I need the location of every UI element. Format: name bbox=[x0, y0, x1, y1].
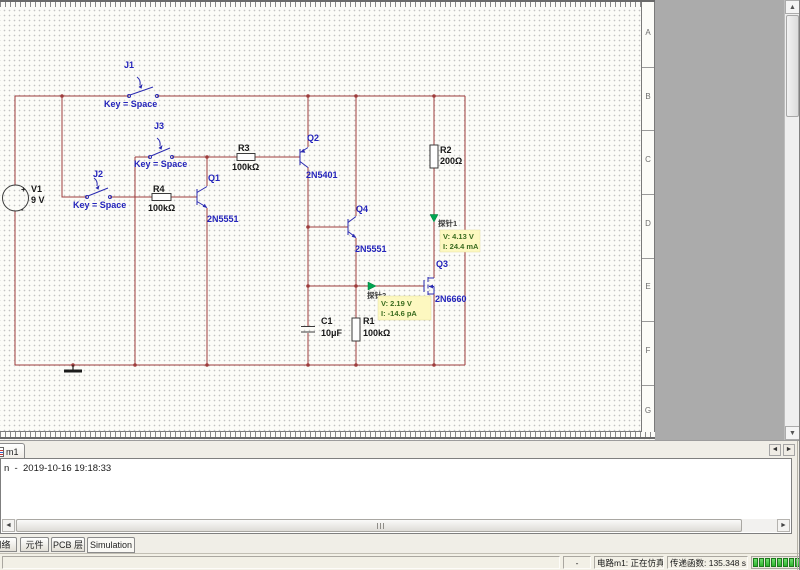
r2-ref: R2 bbox=[440, 145, 452, 155]
sheet-frame-top bbox=[0, 0, 655, 7]
frame-row-letter: B bbox=[642, 92, 654, 101]
component-c1[interactable]: C1 10μF bbox=[301, 316, 343, 338]
vertical-scroll-thumb[interactable] bbox=[786, 15, 799, 117]
q1-ref: Q1 bbox=[208, 173, 220, 183]
probe2-voltage: V: 2.19 V bbox=[381, 299, 412, 308]
j3-key-label: Key = Space bbox=[134, 159, 187, 169]
probe1-current: I: 24.4 mA bbox=[443, 242, 479, 251]
status-circuit-state: 电路m1: 正在仿真... bbox=[594, 556, 664, 569]
tab-scroll-right-icon[interactable]: ► bbox=[783, 444, 795, 456]
component-q4[interactable]: Q4 2N5551 bbox=[348, 204, 387, 254]
frame-row-letter: D bbox=[642, 219, 654, 228]
j3-ref: J3 bbox=[154, 121, 164, 131]
schematic-page-icon bbox=[0, 447, 4, 457]
v1-plus-sign: + bbox=[21, 185, 26, 194]
document-tab-label: m1 bbox=[6, 447, 19, 457]
wire-segments[interactable] bbox=[15, 96, 465, 365]
frame-row-letter: E bbox=[642, 282, 654, 291]
r1-ref: R1 bbox=[363, 316, 375, 326]
schematic-sheet[interactable]: + - V1 9 V J1 Key bbox=[0, 0, 655, 440]
component-j2[interactable]: J2 Key = Space bbox=[73, 169, 126, 210]
wire-junctions bbox=[60, 94, 436, 367]
status-bar: - 电路m1: 正在仿真... 传递函数: 135.348 s bbox=[0, 553, 800, 570]
q1-model: 2N5551 bbox=[207, 214, 239, 224]
probe2-current: I: -14.6 pA bbox=[381, 309, 417, 318]
frame-row-letter: C bbox=[642, 155, 654, 164]
tab-nets[interactable]: 网络 bbox=[0, 537, 17, 552]
component-r2[interactable]: R2 200Ω bbox=[430, 145, 462, 168]
scroll-thumb-grip bbox=[377, 523, 385, 529]
q2-model: 2N5401 bbox=[306, 170, 338, 180]
r1-value: 100kΩ bbox=[363, 328, 390, 338]
ground-symbol[interactable] bbox=[64, 365, 82, 371]
q2-ref: Q2 bbox=[307, 133, 319, 143]
status-sim-time: 传递函数: 135.348 s bbox=[667, 556, 748, 569]
scroll-down-icon[interactable]: ▼ bbox=[785, 426, 800, 440]
component-q2[interactable]: Q2 2N5401 bbox=[300, 133, 338, 180]
q3-model: 2N6660 bbox=[435, 294, 467, 304]
c1-ref: C1 bbox=[321, 316, 333, 326]
window-edge-line bbox=[797, 441, 798, 570]
j2-key-label: Key = Space bbox=[73, 200, 126, 210]
component-j1[interactable]: J1 Key = Space bbox=[104, 60, 159, 109]
r2-value: 200Ω bbox=[440, 156, 462, 166]
simulation-progress-indicator bbox=[751, 556, 800, 569]
q3-ref: Q3 bbox=[436, 259, 448, 269]
r3-value: 100kΩ bbox=[232, 162, 259, 172]
horizontal-scroll-thumb[interactable] bbox=[16, 519, 742, 532]
c1-value: 10μF bbox=[321, 328, 343, 338]
scroll-right-icon[interactable]: ► bbox=[777, 519, 790, 532]
r4-value: 100kΩ bbox=[148, 203, 175, 213]
multisim-window: + - V1 9 V J1 Key bbox=[0, 0, 800, 570]
progress-led bbox=[777, 558, 782, 567]
sheet-frame-right: A B C D E F G bbox=[641, 2, 655, 432]
progress-led bbox=[789, 558, 794, 567]
progress-led bbox=[753, 558, 758, 567]
canvas-vertical-scrollbar[interactable]: ▲ ▼ bbox=[784, 0, 799, 440]
frame-row-letter: A bbox=[642, 28, 654, 37]
tab-pcb-layers[interactable]: PCB 层 bbox=[51, 537, 85, 552]
component-v1[interactable]: + - V1 9 V bbox=[3, 184, 45, 214]
sheet-frame-bottom bbox=[0, 431, 655, 439]
tab-components[interactable]: 元件 bbox=[20, 537, 49, 552]
j1-ref: J1 bbox=[124, 60, 134, 70]
panel-horizontal-scrollbar[interactable]: ◄ ► bbox=[2, 519, 790, 532]
tab-scroll-left-icon[interactable]: ◄ bbox=[769, 444, 781, 456]
component-q1[interactable]: Q1 2N5551 bbox=[197, 173, 239, 224]
frame-row-letter: G bbox=[642, 406, 654, 415]
status-section-dash: - bbox=[563, 556, 591, 569]
document-tab-bar: m1 ◄ ► bbox=[0, 441, 800, 458]
r3-ref: R3 bbox=[238, 143, 250, 153]
component-r4[interactable]: R4 100kΩ bbox=[148, 184, 175, 213]
simulation-results-panel[interactable]: n - 2019-10-16 19:18:33 ◄ ► bbox=[0, 458, 792, 534]
j1-key-label: Key = Space bbox=[104, 99, 157, 109]
v1-ref: V1 bbox=[31, 184, 42, 194]
v1-value: 9 V bbox=[31, 195, 45, 205]
probe-2[interactable]: 探针2 V: 2.19 V I: -14.6 pA bbox=[367, 282, 431, 320]
progress-led bbox=[771, 558, 776, 567]
probe1-voltage: V: 4.13 V bbox=[443, 232, 474, 241]
scroll-left-icon[interactable]: ◄ bbox=[2, 519, 15, 532]
scroll-up-icon[interactable]: ▲ bbox=[785, 0, 800, 14]
schematic-canvas[interactable]: + - V1 9 V J1 Key bbox=[0, 0, 800, 440]
r4-ref: R4 bbox=[153, 184, 165, 194]
status-section-empty bbox=[2, 556, 560, 569]
v1-minus-sign: - bbox=[21, 205, 24, 214]
progress-led bbox=[759, 558, 764, 567]
progress-led bbox=[783, 558, 788, 567]
progress-led bbox=[765, 558, 770, 567]
j2-ref: J2 bbox=[93, 169, 103, 179]
simulation-log-line: n - 2019-10-16 19:18:33 bbox=[4, 463, 111, 474]
component-j3[interactable]: J3 Key = Space bbox=[134, 121, 187, 169]
q4-ref: Q4 bbox=[356, 204, 368, 214]
q4-model: 2N5551 bbox=[355, 244, 387, 254]
frame-row-letter: F bbox=[642, 346, 654, 355]
document-tab-m1[interactable]: m1 bbox=[0, 443, 25, 458]
bottom-panel-area: m1 ◄ ► n - 2019-10-16 19:18:33 ◄ ► 网络 元件… bbox=[0, 440, 800, 570]
probe-1[interactable]: 探针1 V: 4.13 V I: 24.4 mA bbox=[430, 215, 480, 253]
circuit-svg[interactable]: + - V1 9 V J1 Key bbox=[0, 0, 655, 440]
tab-simulation[interactable]: Simulation bbox=[87, 537, 135, 553]
probe1-label: 探针1 bbox=[438, 218, 457, 228]
